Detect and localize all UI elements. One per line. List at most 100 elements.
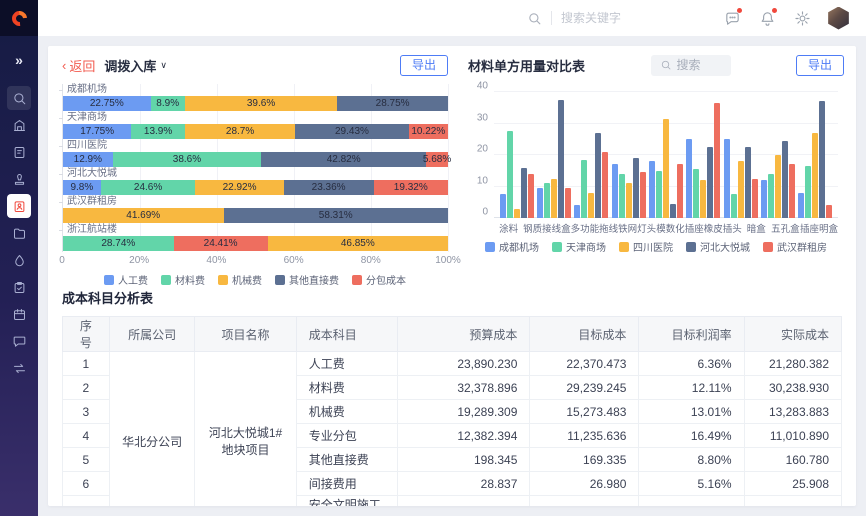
sidebar-item-workflow[interactable]	[7, 356, 31, 380]
bar-segment-其他直接费[interactable]: 28.75%	[337, 96, 448, 111]
export-button-left[interactable]: 导出	[400, 55, 448, 76]
bar-segment-机械费[interactable]: 39.6%	[185, 96, 337, 111]
bar-segment-其他直接费[interactable]: 42.82%	[261, 152, 426, 167]
bar-四川医院[interactable]	[738, 161, 744, 218]
bar-segment-机械费[interactable]: 28.7%	[185, 124, 295, 139]
bar-segment-机械费[interactable]: 41.69%	[63, 208, 224, 223]
chart-search-input[interactable]	[677, 58, 722, 72]
sidebar-item-document[interactable]	[7, 140, 31, 164]
sidebar-item-stamp[interactable]	[7, 167, 31, 191]
bar-segment-材料费[interactable]: 8.9%	[151, 96, 185, 111]
bar-天津商场[interactable]	[731, 194, 737, 218]
app-logo[interactable]	[0, 0, 38, 36]
settings-button[interactable]	[792, 8, 812, 28]
notifications-button[interactable]	[757, 8, 777, 28]
bar-河北大悦城[interactable]	[745, 147, 751, 218]
bar-segment-人工费[interactable]: 17.75%	[63, 124, 131, 139]
bar-四川医院[interactable]	[775, 155, 781, 218]
bar-segment-其他直接费[interactable]: 58.31%	[224, 208, 448, 223]
bar-segment-其他直接费[interactable]: 23.36%	[284, 180, 374, 195]
bar-成都机场[interactable]	[686, 139, 692, 218]
bar-segment-分包成本[interactable]: 10.22%	[409, 124, 448, 139]
bar-segment-人工费[interactable]: 22.75%	[63, 96, 151, 111]
bar-成都机场[interactable]	[537, 188, 543, 218]
bar-segment-材料费[interactable]: 24.6%	[101, 180, 196, 195]
bar-成都机场[interactable]	[798, 193, 804, 218]
bar-武汉群租房[interactable]	[752, 179, 758, 218]
sidebar-item-clipboard[interactable]	[7, 275, 31, 299]
bar-河北大悦城[interactable]	[558, 100, 564, 218]
bar-成都机场[interactable]	[574, 205, 580, 218]
bar-武汉群租房[interactable]	[528, 174, 534, 218]
bar-天津商场[interactable]	[619, 174, 625, 218]
bar-河北大悦城[interactable]	[782, 141, 788, 218]
chevron-down-icon[interactable]: ∨	[160, 60, 167, 71]
bar-四川医院[interactable]	[812, 133, 818, 218]
bar-segment-机械费[interactable]: 46.85%	[268, 236, 448, 251]
bar-武汉群租房[interactable]	[565, 188, 571, 218]
bar-武汉群租房[interactable]	[640, 172, 646, 218]
bar-group-模数化插座	[647, 92, 684, 218]
bar-四川医院[interactable]	[514, 209, 520, 218]
page-title-dropdown[interactable]: 调拨入库	[104, 56, 156, 75]
sidebar-item-droplet[interactable]	[7, 248, 31, 272]
bar-四川医院[interactable]	[700, 180, 706, 218]
chart-search[interactable]	[651, 55, 731, 76]
legend-item-成都机场[interactable]: 成都机场	[485, 239, 539, 254]
legend-item-四川医院[interactable]: 四川医院	[619, 239, 673, 254]
bar-四川医院[interactable]	[663, 119, 669, 218]
bar-segment-分包成本[interactable]: 24.41%	[174, 236, 268, 251]
legend-item-武汉群租房[interactable]: 武汉群租房	[763, 239, 827, 254]
bar-天津商场[interactable]	[581, 160, 587, 218]
bar-四川医院[interactable]	[588, 193, 594, 218]
bar-河北大悦城[interactable]	[670, 204, 676, 218]
back-button[interactable]: ‹ 返回	[62, 56, 95, 75]
sidebar-item-calendar[interactable]	[7, 302, 31, 326]
bar-武汉群租房[interactable]	[677, 164, 683, 218]
bar-成都机场[interactable]	[649, 161, 655, 218]
bar-成都机场[interactable]	[612, 164, 618, 218]
legend-item-河北大悦城[interactable]: 河北大悦城	[686, 239, 750, 254]
bar-四川医院[interactable]	[551, 179, 557, 218]
sidebar-item-building[interactable]	[7, 113, 31, 137]
bar-segment-材料费[interactable]: 38.6%	[113, 152, 262, 167]
bar-成都机场[interactable]	[500, 194, 506, 218]
sidebar-item-collapse[interactable]: »	[7, 48, 31, 72]
bar-segment-分包成本[interactable]: 19.32%	[374, 180, 448, 195]
bar-河北大悦城[interactable]	[521, 168, 527, 218]
bar-河北大悦城[interactable]	[595, 133, 601, 218]
bar-天津商场[interactable]	[544, 183, 550, 218]
bar-武汉群租房[interactable]	[826, 205, 832, 218]
legend-item-天津商场[interactable]: 天津商场	[552, 239, 606, 254]
bar-segment-分包成本[interactable]: 5.68%	[426, 152, 448, 167]
global-search[interactable]	[527, 11, 657, 26]
bar-武汉群租房[interactable]	[714, 103, 720, 218]
bar-成都机场[interactable]	[724, 139, 730, 218]
bar-segment-材料费[interactable]: 28.74%	[63, 236, 174, 251]
bar-天津商场[interactable]	[805, 166, 811, 218]
bar-segment-人工费[interactable]: 9.8%	[63, 180, 101, 195]
bar-武汉群租房[interactable]	[602, 152, 608, 218]
bar-河北大悦城[interactable]	[707, 147, 713, 218]
bar-河北大悦城[interactable]	[633, 158, 639, 218]
bar-segment-机械费[interactable]: 22.92%	[195, 180, 283, 195]
bar-成都机场[interactable]	[761, 180, 767, 218]
user-avatar[interactable]	[827, 7, 850, 30]
bar-segment-其他直接费[interactable]: 29.43%	[295, 124, 408, 139]
bar-天津商场[interactable]	[507, 131, 513, 218]
bar-天津商场[interactable]	[768, 174, 774, 218]
bar-segment-材料费[interactable]: 13.9%	[131, 124, 185, 139]
sidebar-item-search[interactable]	[7, 86, 31, 110]
global-search-input[interactable]	[561, 11, 657, 25]
bar-武汉群租房[interactable]	[789, 164, 795, 218]
sidebar-item-chat[interactable]	[7, 329, 31, 353]
bar-segment-人工费[interactable]: 12.9%	[63, 152, 113, 167]
export-button-right[interactable]: 导出	[796, 55, 844, 76]
sidebar-item-folder[interactable]	[7, 221, 31, 245]
bar-天津商场[interactable]	[693, 169, 699, 218]
bar-天津商场[interactable]	[656, 171, 662, 218]
bar-河北大悦城[interactable]	[819, 101, 825, 218]
sidebar-item-badge[interactable]	[7, 194, 31, 218]
bar-四川医院[interactable]	[626, 183, 632, 218]
messages-button[interactable]	[722, 8, 742, 28]
